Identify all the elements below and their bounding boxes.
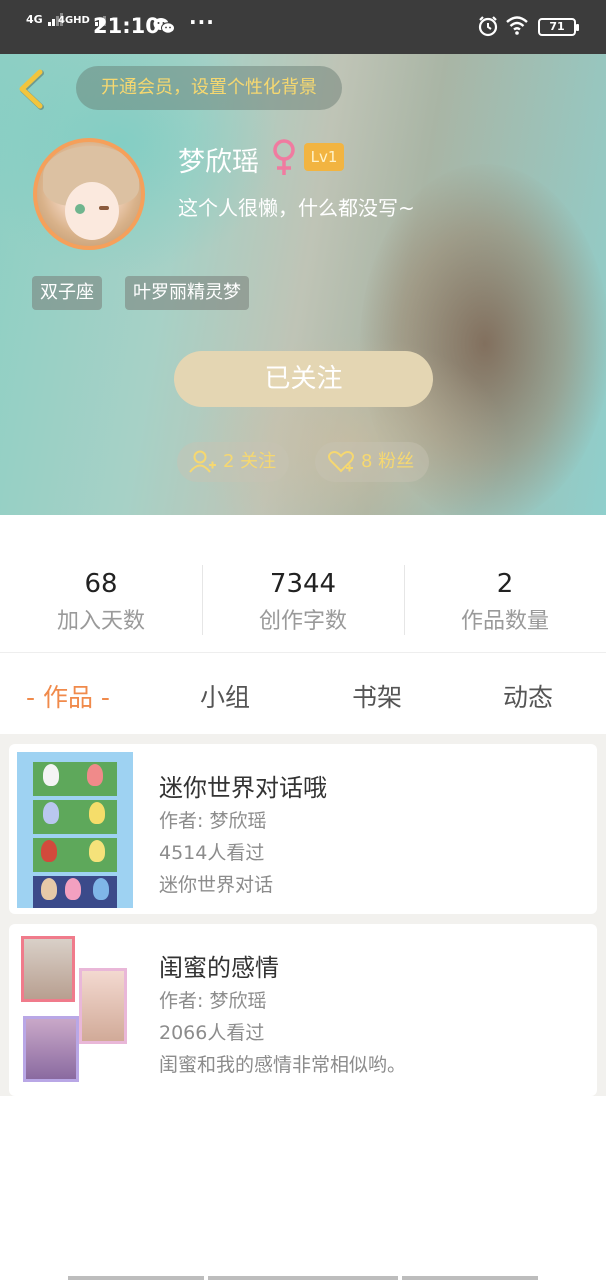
avatar[interactable] (33, 138, 145, 250)
profile-tabs: - 作品 - 小组 书架 动态 (0, 654, 606, 734)
work-card[interactable]: 迷你世界对话哦 作者: 梦欣瑶 4514人看过 迷你世界对话 (9, 744, 597, 914)
back-arrow-icon[interactable] (14, 68, 48, 110)
battery-icon: 71 (538, 18, 579, 36)
tab-groups[interactable]: 小组 (200, 678, 250, 714)
following-label: 2 关注 (223, 451, 277, 472)
vip-background-banner[interactable]: 开通会员，设置个性化背景 (76, 66, 342, 110)
status-bar: 4G 4GHD 21:10 ··· 71 (0, 0, 606, 54)
stat-label: 加入天数 (56, 609, 145, 634)
tag-interest: 叶罗丽精灵梦 (125, 276, 249, 310)
work-description: 闺蜜和我的感情非常相似哟。 (159, 1054, 407, 1076)
level-badge: Lv1 (304, 143, 344, 171)
followed-button[interactable]: 已关注 (174, 351, 433, 407)
nav-bar-segment (208, 1276, 398, 1280)
stat-days-joined: 68 加入天数 (0, 567, 202, 635)
work-card[interactable]: 闺蜜的感情 作者: 梦欣瑶 2066人看过 闺蜜和我的感情非常相似哟。 (9, 924, 597, 1096)
tag-zodiac: 双子座 (32, 276, 102, 310)
fans-count-button[interactable]: 8 粉丝 (315, 442, 429, 482)
work-title: 迷你世界对话哦 (159, 774, 327, 802)
work-author: 作者: 梦欣瑶 (159, 990, 267, 1012)
stat-words-written: 7344 创作字数 (202, 567, 404, 635)
work-cover-image (17, 932, 133, 1088)
stat-value: 68 (84, 569, 118, 599)
profile-stats: 68 加入天数 7344 创作字数 2 作品数量 (0, 515, 606, 653)
more-notifications-icon: ··· (189, 10, 215, 34)
fans-label: 8 粉丝 (361, 451, 415, 472)
clock: 21:10 (93, 14, 160, 38)
nav-bar-segment (68, 1276, 204, 1280)
stat-value: 2 (496, 569, 514, 599)
tab-bookshelf[interactable]: 书架 (352, 678, 402, 714)
user-bio: 这个人很懒，什么都没写~ (178, 196, 415, 220)
work-title: 闺蜜的感情 (159, 954, 279, 982)
wifi-icon (506, 16, 528, 35)
stat-works-count: 2 作品数量 (404, 567, 606, 635)
nav-bar-segment (402, 1276, 538, 1280)
wechat-icon (153, 18, 175, 34)
tab-activity[interactable]: 动态 (503, 678, 553, 714)
following-count-button[interactable]: 2 关注 (177, 442, 289, 482)
alarm-icon (478, 16, 498, 37)
stat-label: 创作字数 (258, 609, 347, 634)
heart-icon (328, 451, 354, 473)
female-gender-icon (273, 139, 295, 175)
work-description: 迷你世界对话 (159, 874, 274, 896)
stat-label: 作品数量 (460, 609, 549, 634)
tab-works[interactable]: - 作品 - (26, 678, 110, 714)
user-add-icon (189, 450, 216, 473)
stat-value: 7344 (269, 569, 337, 599)
profile-header: 开通会员，设置个性化背景 梦欣瑶 Lv1 这个人很懒，什么都没写~ 双子座 叶罗… (0, 54, 606, 515)
work-views: 4514人看过 (159, 842, 265, 864)
work-cover-image (17, 752, 133, 908)
work-author: 作者: 梦欣瑶 (159, 810, 267, 832)
username: 梦欣瑶 (178, 147, 259, 178)
work-views: 2066人看过 (159, 1022, 265, 1044)
